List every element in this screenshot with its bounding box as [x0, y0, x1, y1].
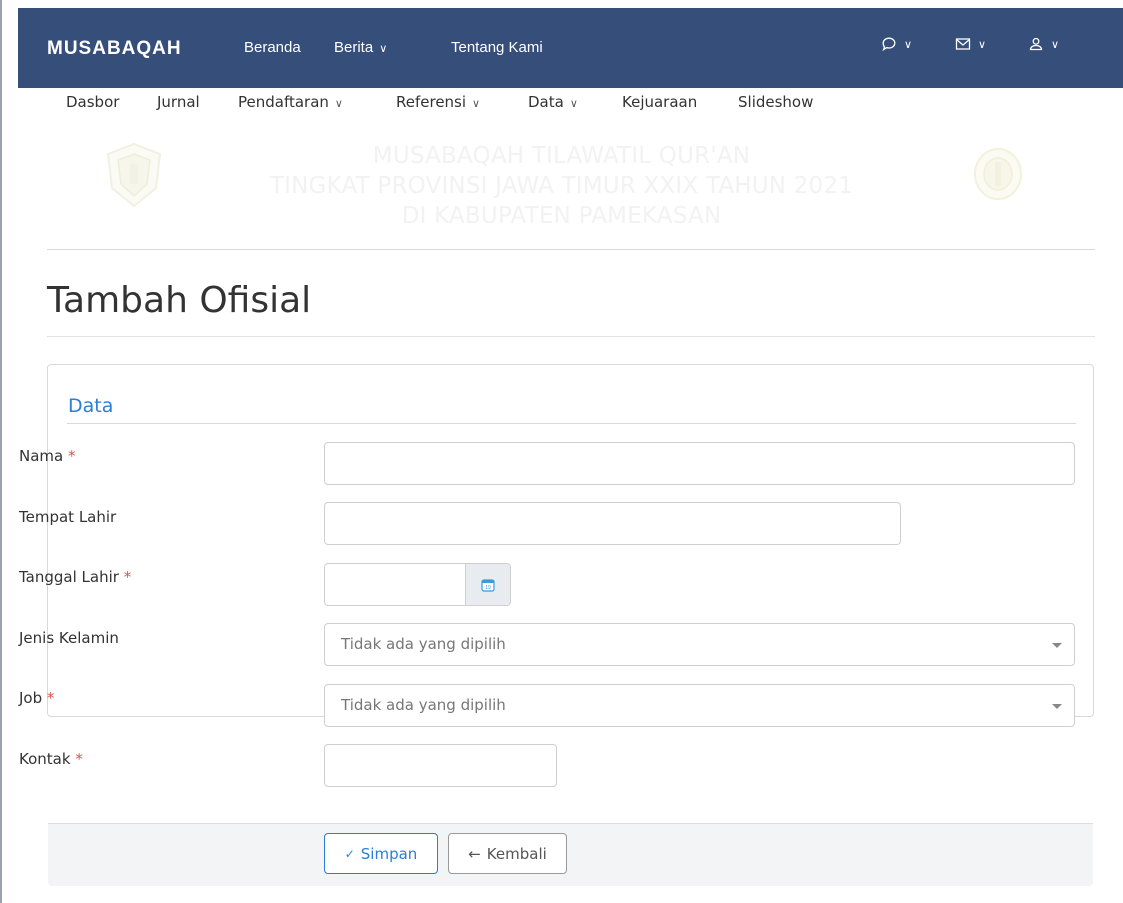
- check-icon: ✓: [344, 846, 355, 861]
- legend-divider: [67, 423, 1076, 424]
- submenu-referensi[interactable]: Referensi ∨: [396, 93, 480, 111]
- caret-down-icon: [1052, 704, 1062, 709]
- back-label: Kembali: [486, 844, 547, 863]
- calendar-icon: 19: [481, 578, 495, 592]
- select-placeholder: Tidak ada yang dipilih: [341, 696, 506, 714]
- required-marker: *: [46, 689, 55, 707]
- jenis-kelamin-select[interactable]: Tidak ada yang dipilih: [324, 623, 1075, 666]
- title-divider: [47, 336, 1095, 337]
- arrow-left-icon: ←: [468, 844, 481, 863]
- calendar-button[interactable]: 19: [465, 563, 511, 606]
- label-text: Tempat Lahir: [19, 508, 117, 526]
- job-select[interactable]: Tidak ada yang dipilih: [324, 684, 1075, 727]
- save-button[interactable]: ✓ Simpan: [324, 833, 438, 874]
- chevron-down-icon: ∨: [334, 97, 343, 110]
- submenu-label: Referensi: [396, 93, 467, 111]
- mail-dropdown[interactable]: ∨: [955, 36, 986, 52]
- messages-dropdown[interactable]: ∨: [881, 36, 912, 52]
- required-marker: *: [123, 568, 132, 586]
- page-title: Tambah Ofisial: [47, 280, 312, 321]
- tempat-lahir-input[interactable]: [324, 502, 901, 545]
- label-text: Kontak: [19, 750, 71, 768]
- submenu-label: Kejuaraan: [622, 93, 698, 111]
- tempat-lahir-label: Tempat Lahir: [19, 508, 116, 526]
- required-marker: *: [75, 750, 83, 768]
- chat-icon: [882, 37, 896, 52]
- submenu-data[interactable]: Data ∨: [528, 93, 578, 111]
- form-footer: [48, 823, 1093, 886]
- label-text: Job: [19, 689, 43, 707]
- nav-link-label: Berita: [334, 39, 374, 56]
- tanggal-lahir-label: Tanggal Lahir *: [19, 568, 131, 586]
- chevron-down-icon: ∨: [904, 38, 913, 51]
- nama-label: Nama *: [19, 447, 76, 465]
- job-label: Job *: [19, 689, 54, 707]
- nav-link-tentang-kami[interactable]: Tentang Kami: [451, 39, 543, 56]
- top-navbar: MUSABAQAH Beranda Berita ∨ Tentang Kami ∨…: [18, 8, 1123, 88]
- banner-title-line-2: TINGKAT PROVINSI JAWA TIMUR XXIX TAHUN 2…: [269, 173, 854, 199]
- nav-link-label: Tentang Kami: [451, 39, 543, 56]
- nav-link-beranda[interactable]: Beranda: [244, 39, 301, 56]
- chevron-down-icon: ∨: [978, 38, 987, 51]
- save-label: Simpan: [360, 844, 418, 863]
- submenu-jurnal[interactable]: Jurnal: [157, 93, 200, 111]
- jenis-kelamin-label: Jenis Kelamin: [19, 629, 119, 647]
- submenu-label: Slideshow: [738, 93, 814, 111]
- fieldset-legend: Data: [68, 395, 114, 417]
- select-placeholder: Tidak ada yang dipilih: [341, 635, 506, 653]
- label-text: Tanggal Lahir: [19, 568, 119, 586]
- chevron-down-icon: ∨: [569, 97, 578, 110]
- kontak-input[interactable]: [324, 744, 557, 787]
- page-left-border: [0, 0, 2, 903]
- tanggal-lahir-input[interactable]: [324, 563, 466, 606]
- submenu-slideshow[interactable]: Slideshow: [738, 93, 813, 111]
- submenu-kejuaraan[interactable]: Kejuaraan: [622, 93, 697, 111]
- mail-icon: [955, 38, 971, 50]
- user-dropdown[interactable]: ∨: [1028, 36, 1059, 52]
- header-divider: [47, 249, 1095, 250]
- submenu-pendaftaran[interactable]: Pendaftaran ∨: [238, 93, 343, 111]
- chevron-down-icon: ∨: [1051, 38, 1060, 51]
- caret-down-icon: [1052, 643, 1062, 648]
- submenu-label: Data: [528, 93, 564, 111]
- label-text: Nama: [19, 447, 64, 465]
- submenu-label: Pendaftaran: [238, 93, 329, 111]
- nav-link-berita[interactable]: Berita ∨: [334, 39, 387, 56]
- calendar-day: 19: [485, 585, 491, 591]
- chevron-down-icon: ∨: [379, 43, 388, 55]
- banner-title-line-3: DI KABUPATEN PAMEKASAN: [401, 203, 722, 229]
- kontak-label: Kontak *: [19, 750, 83, 768]
- submenu-label: Jurnal: [157, 93, 200, 111]
- submenu-dasbor[interactable]: Dasbor: [66, 93, 119, 111]
- user-icon: [1029, 37, 1043, 51]
- submenu-label: Dasbor: [66, 93, 120, 111]
- banner-title-line-1: MUSABAQAH TILAWATIL QUR'AN: [372, 143, 751, 169]
- chevron-down-icon: ∨: [472, 97, 481, 110]
- required-marker: *: [68, 447, 76, 465]
- brand-logo[interactable]: MUSABAQAH: [47, 38, 182, 60]
- back-button[interactable]: ← Kembali: [448, 833, 567, 874]
- nav-link-label: Beranda: [244, 39, 301, 56]
- nama-input[interactable]: [324, 442, 1075, 485]
- label-text: Jenis Kelamin: [19, 629, 119, 647]
